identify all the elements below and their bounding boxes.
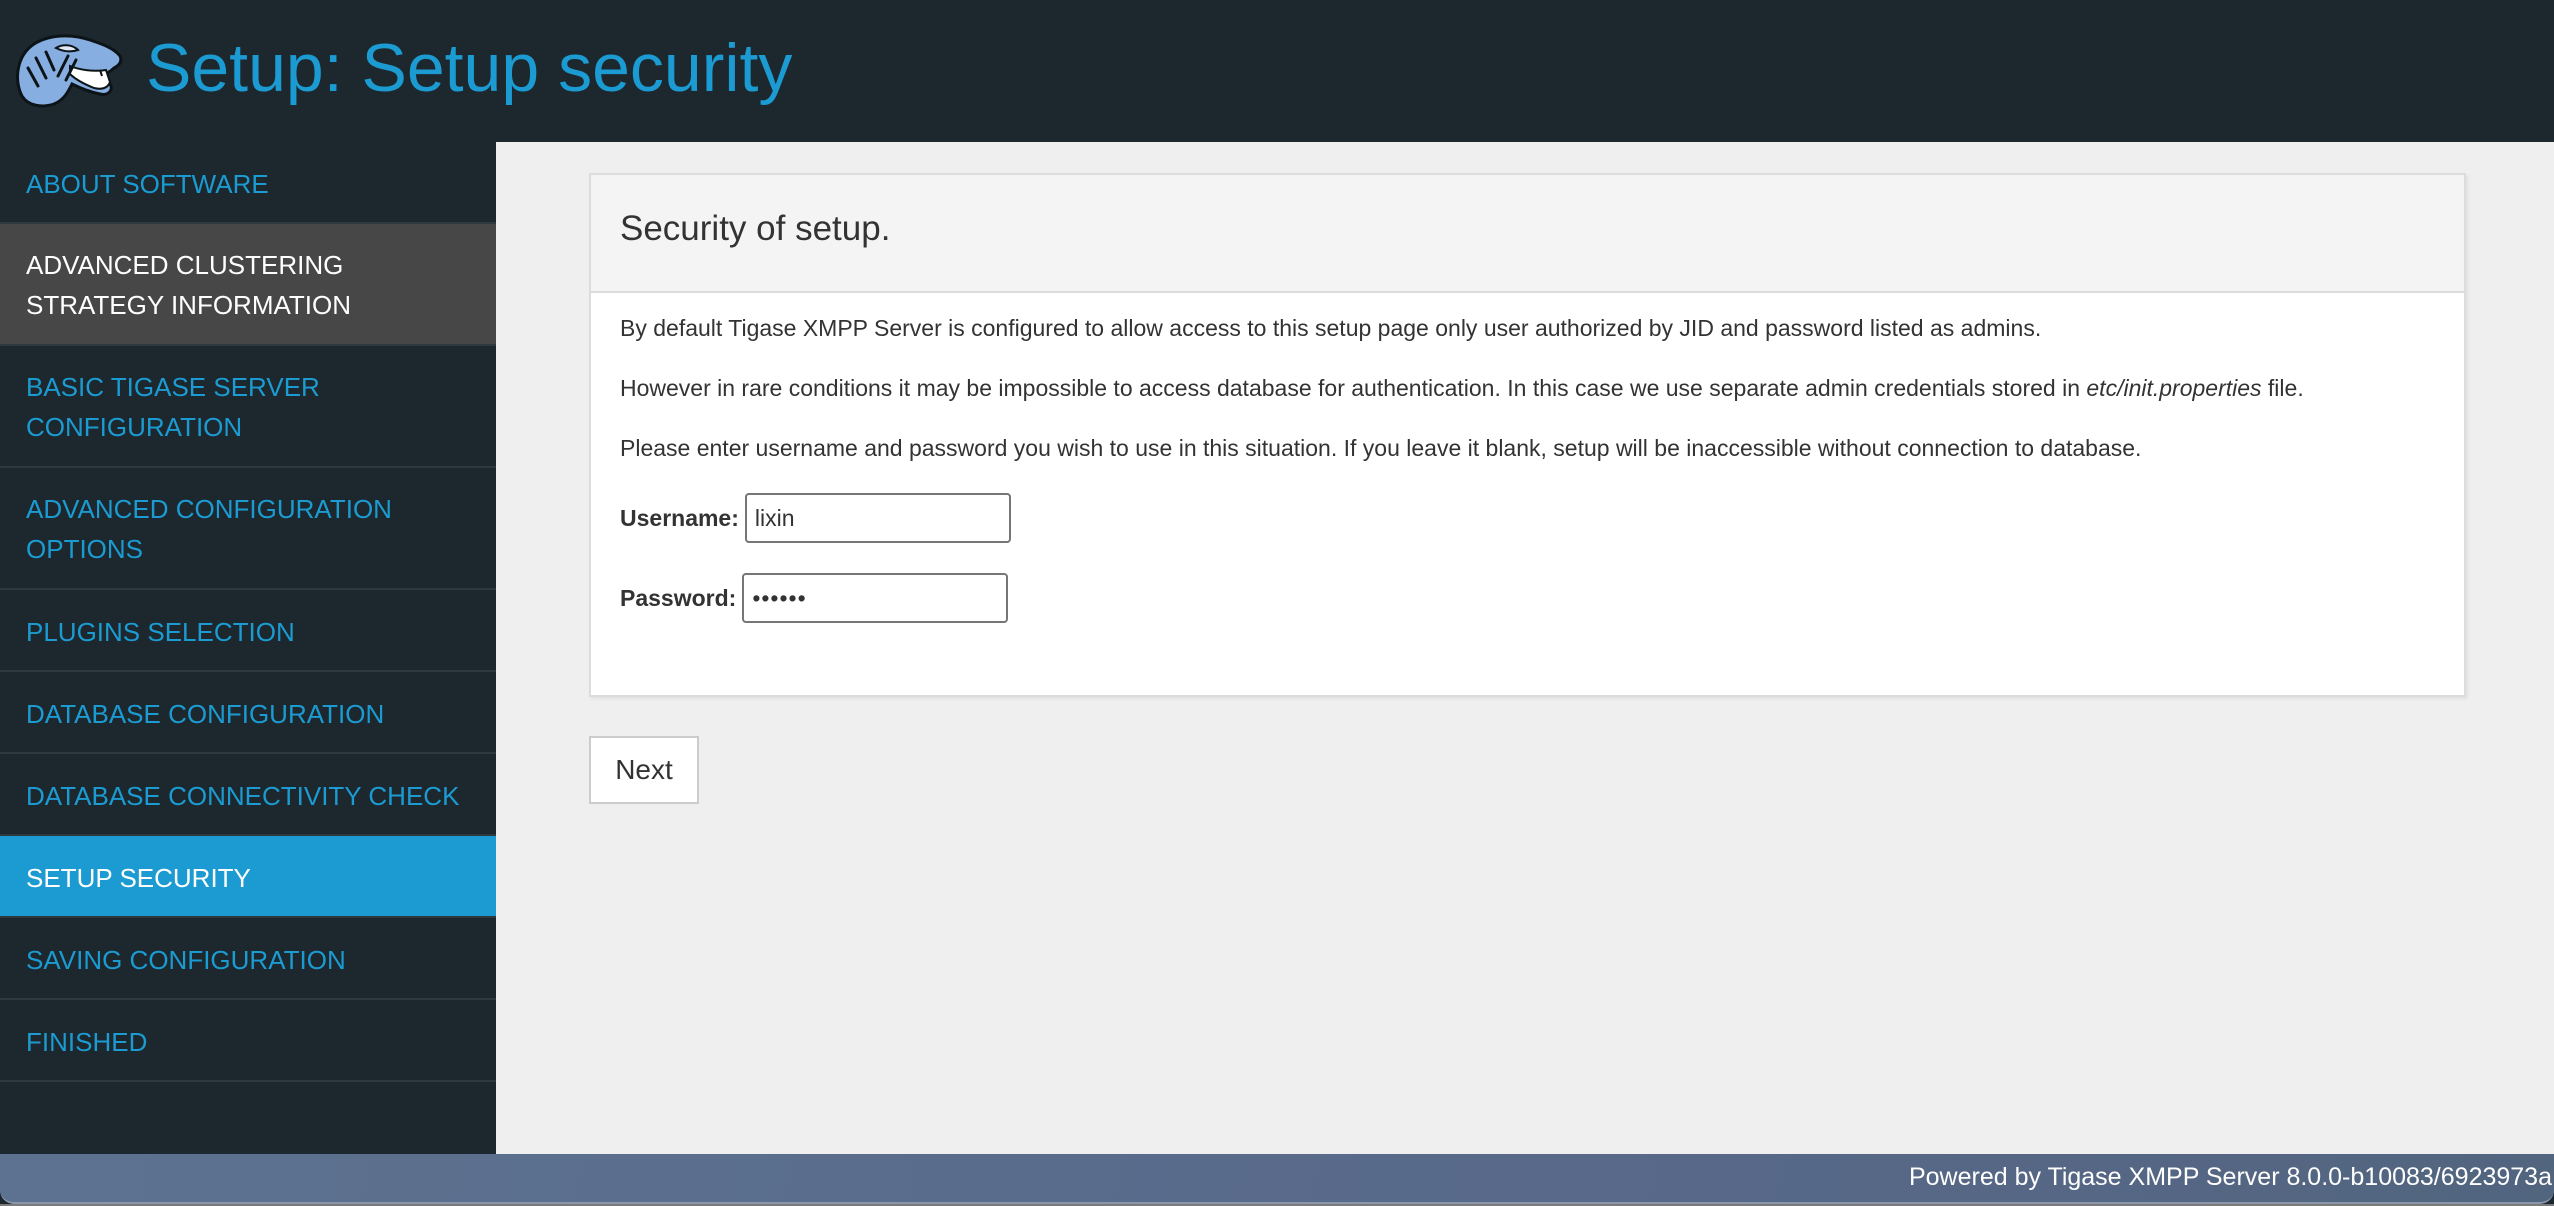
panel-body: By default Tigase XMPP Server is configu… [591,293,2464,673]
password-input[interactable] [742,573,1009,623]
footer: Powered by Tigase XMPP Server 8.0.0-b100… [0,1154,2554,1204]
sidebar-item-about-software[interactable]: ABOUT SOFTWARE [0,142,496,224]
sidebar-item-setup-security[interactable]: SETUP SECURITY [0,836,496,918]
next-button[interactable]: Next [589,736,699,804]
sidebar-nav: ABOUT SOFTWARE ADVANCED CLUSTERING STRAT… [0,142,496,1082]
username-input[interactable] [744,493,1011,543]
config-file-path: etc/init.properties [2086,375,2262,401]
sidebar-item-advanced-configuration-options[interactable]: ADVANCED CONFIGURATION OPTIONS [0,468,496,590]
security-panel: Security of setup. By default Tigase XMP… [589,173,2466,697]
sidebar-item-saving-configuration[interactable]: SAVING CONFIGURATION [0,918,496,1000]
password-row: Password: [620,573,2435,623]
paragraph-2-text-start: However in rare conditions it may be imp… [620,375,2087,401]
sidebar-item-database-connectivity-check[interactable]: DATABASE CONNECTIVITY CHECK [0,754,496,836]
tiger-logo-icon [16,34,123,108]
sidebar-item-plugins-selection[interactable]: PLUGINS SELECTION [0,590,496,672]
paragraph-2-text-end: file. [2261,375,2304,401]
description-paragraph-3: Please enter username and password you w… [620,435,2142,461]
page-title: Setup: Setup security [146,30,793,106]
header: Setup: Setup security [0,0,2554,142]
sidebar-item-basic-server-configuration[interactable]: BASIC TIGASE SERVER CONFIGURATION [0,346,496,468]
sidebar-item-database-configuration[interactable]: DATABASE CONFIGURATION [0,672,496,754]
username-row: Username: [620,493,2435,543]
password-label: Password: [620,584,737,611]
main-content: Security of setup. By default Tigase XMP… [496,142,2554,1154]
panel-heading: Security of setup. [591,175,2464,293]
sidebar-item-advanced-clustering-strategy[interactable]: ADVANCED CLUSTERING STRATEGY INFORMATION [0,224,496,346]
powered-by-text: Powered by Tigase XMPP Server 8.0.0-b100… [1908,1163,2552,1191]
username-label: Username: [620,504,739,531]
sidebar-item-finished[interactable]: FINISHED [0,1000,496,1082]
description-paragraph-2: However in rare conditions it may be imp… [620,373,2435,404]
description-paragraph-1: By default Tigase XMPP Server is configu… [620,315,2042,341]
sidebar: ABOUT SOFTWARE ADVANCED CLUSTERING STRAT… [0,142,496,1154]
